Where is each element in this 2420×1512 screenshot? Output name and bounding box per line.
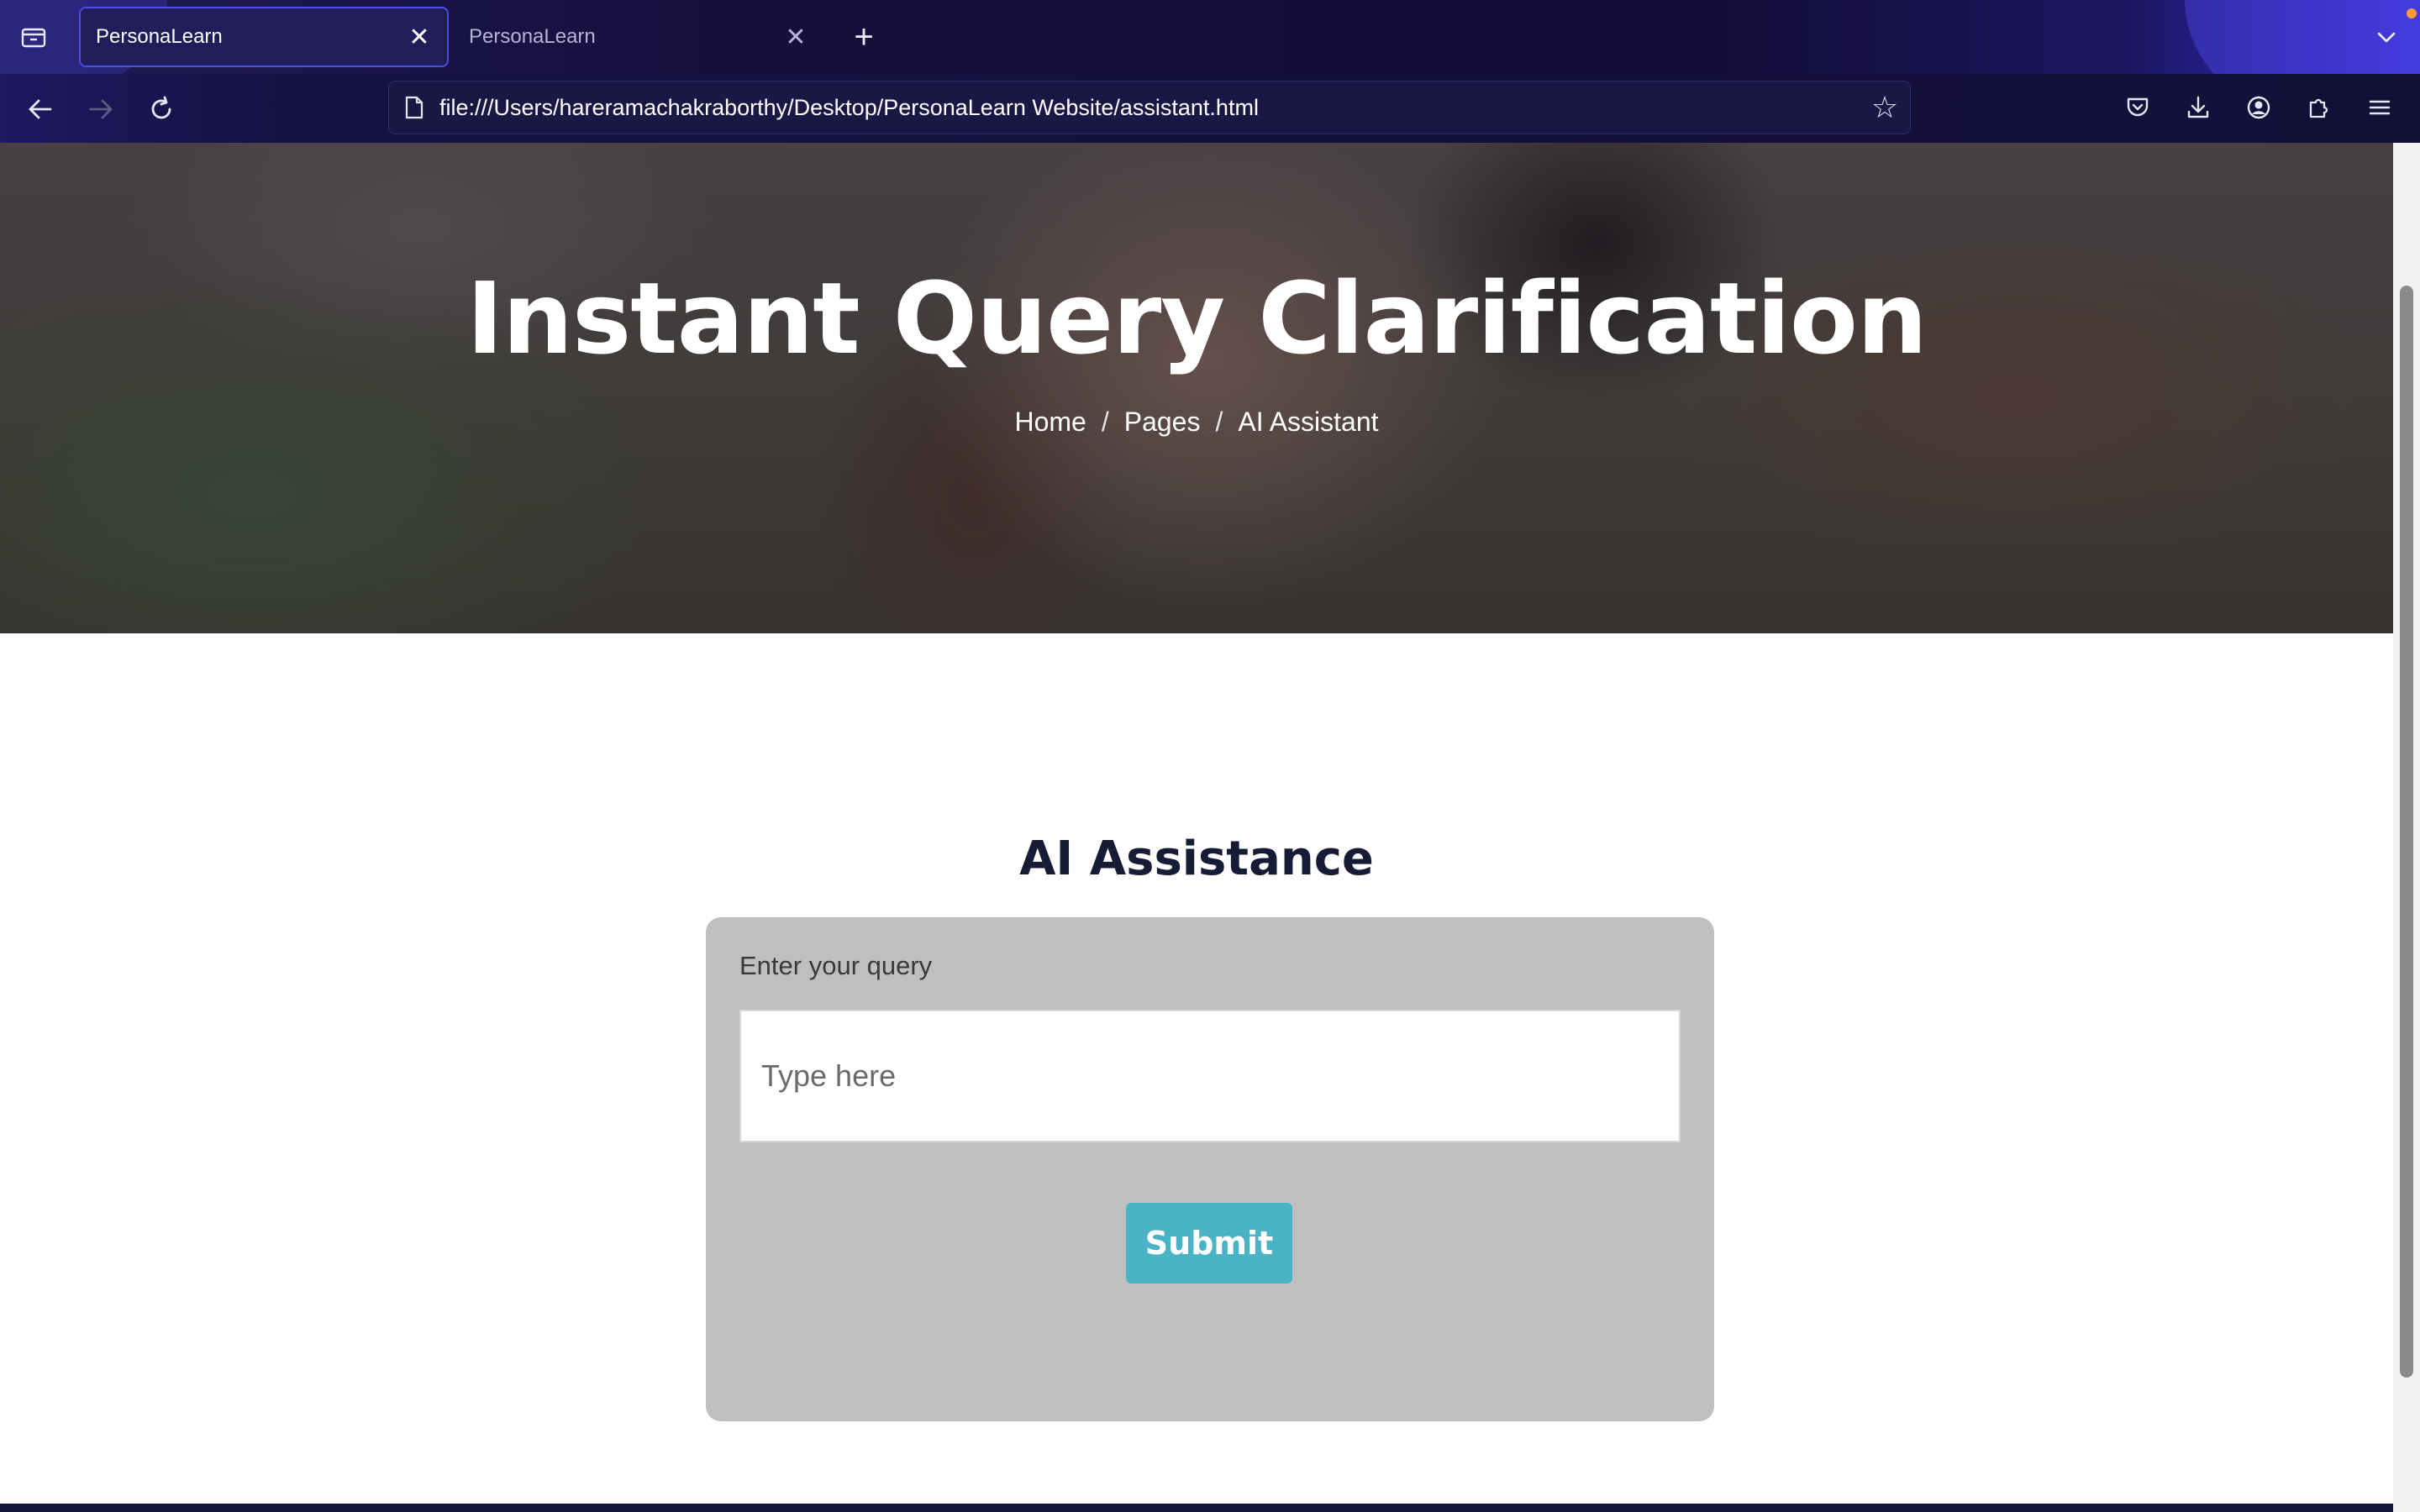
tab-personalearn[interactable]: PersonaLearn ✕ (454, 7, 823, 67)
arrow-left-icon (29, 99, 52, 119)
hero-banner: Instant Query Clarification Home / Pages… (0, 143, 2393, 633)
breadcrumb: Home / Pages / AI Assistant (0, 407, 2393, 438)
browser-tab-bar: PersonaLearn ✕ PersonaLearn ✕ + (0, 0, 2420, 74)
notification-dot (2407, 8, 2417, 18)
tab-personalearn-active[interactable]: PersonaLearn ✕ (79, 7, 449, 67)
footer-edge (0, 1504, 2393, 1512)
scrollbar-thumb[interactable] (2400, 286, 2413, 1378)
download-icon (2187, 96, 2209, 118)
address-bar[interactable]: file:///Users/hareramachakraborthy/Deskt… (388, 81, 1911, 134)
page-scrollbar[interactable] (2393, 143, 2420, 1512)
tab-title: PersonaLearn (96, 25, 223, 48)
close-icon[interactable]: ✕ (405, 23, 434, 51)
breadcrumb-current: AI Assistant (1238, 407, 1379, 437)
hamburger-menu-icon (2369, 100, 2391, 115)
pocket-icon (2127, 97, 2149, 117)
new-tab-button[interactable]: + (847, 18, 881, 55)
url-text[interactable]: file:///Users/hareramachakraborthy/Deskt… (439, 95, 1860, 121)
query-form-card: Enter your query Submit (706, 917, 1714, 1421)
reload-button[interactable] (143, 91, 180, 128)
tab-list-icon (21, 28, 46, 48)
query-label: Enter your query (739, 951, 933, 980)
breadcrumb-separator: / (1215, 407, 1223, 437)
account-icon (2247, 96, 2270, 119)
forward-button[interactable] (82, 91, 119, 128)
back-button[interactable] (22, 91, 59, 128)
tab-title: PersonaLearn (469, 25, 596, 48)
app-menu-button[interactable] (2361, 89, 2398, 126)
section-title: AI Assistance (1019, 832, 1374, 886)
puzzle-icon (2309, 98, 2328, 118)
breadcrumb-home[interactable]: Home (1014, 407, 1086, 438)
downloads-button[interactable] (2180, 89, 2217, 126)
close-icon[interactable]: ✕ (781, 23, 810, 51)
arrow-right-icon (89, 99, 113, 119)
chevron-down-icon (2377, 32, 2396, 43)
plus-icon: + (854, 18, 874, 55)
account-button[interactable] (2240, 89, 2277, 126)
list-all-tabs-button[interactable] (2370, 20, 2403, 54)
pocket-button[interactable] (2119, 89, 2156, 126)
submit-button[interactable]: Submit (1126, 1203, 1292, 1284)
hero-overlay (0, 143, 2393, 633)
breadcrumb-pages[interactable]: Pages (1124, 407, 1201, 438)
extensions-button[interactable] (2301, 89, 2338, 126)
reload-icon (151, 96, 171, 119)
page-icon (389, 96, 439, 119)
hero-title: Instant Query Clarification (466, 260, 1928, 376)
breadcrumb-separator: / (1101, 407, 1109, 437)
star-icon[interactable]: ☆ (1860, 90, 1910, 125)
tab-list-button[interactable] (17, 20, 50, 54)
page-viewport: Instant Query Clarification Home / Pages… (0, 143, 2393, 1512)
query-input[interactable] (739, 1010, 1681, 1142)
